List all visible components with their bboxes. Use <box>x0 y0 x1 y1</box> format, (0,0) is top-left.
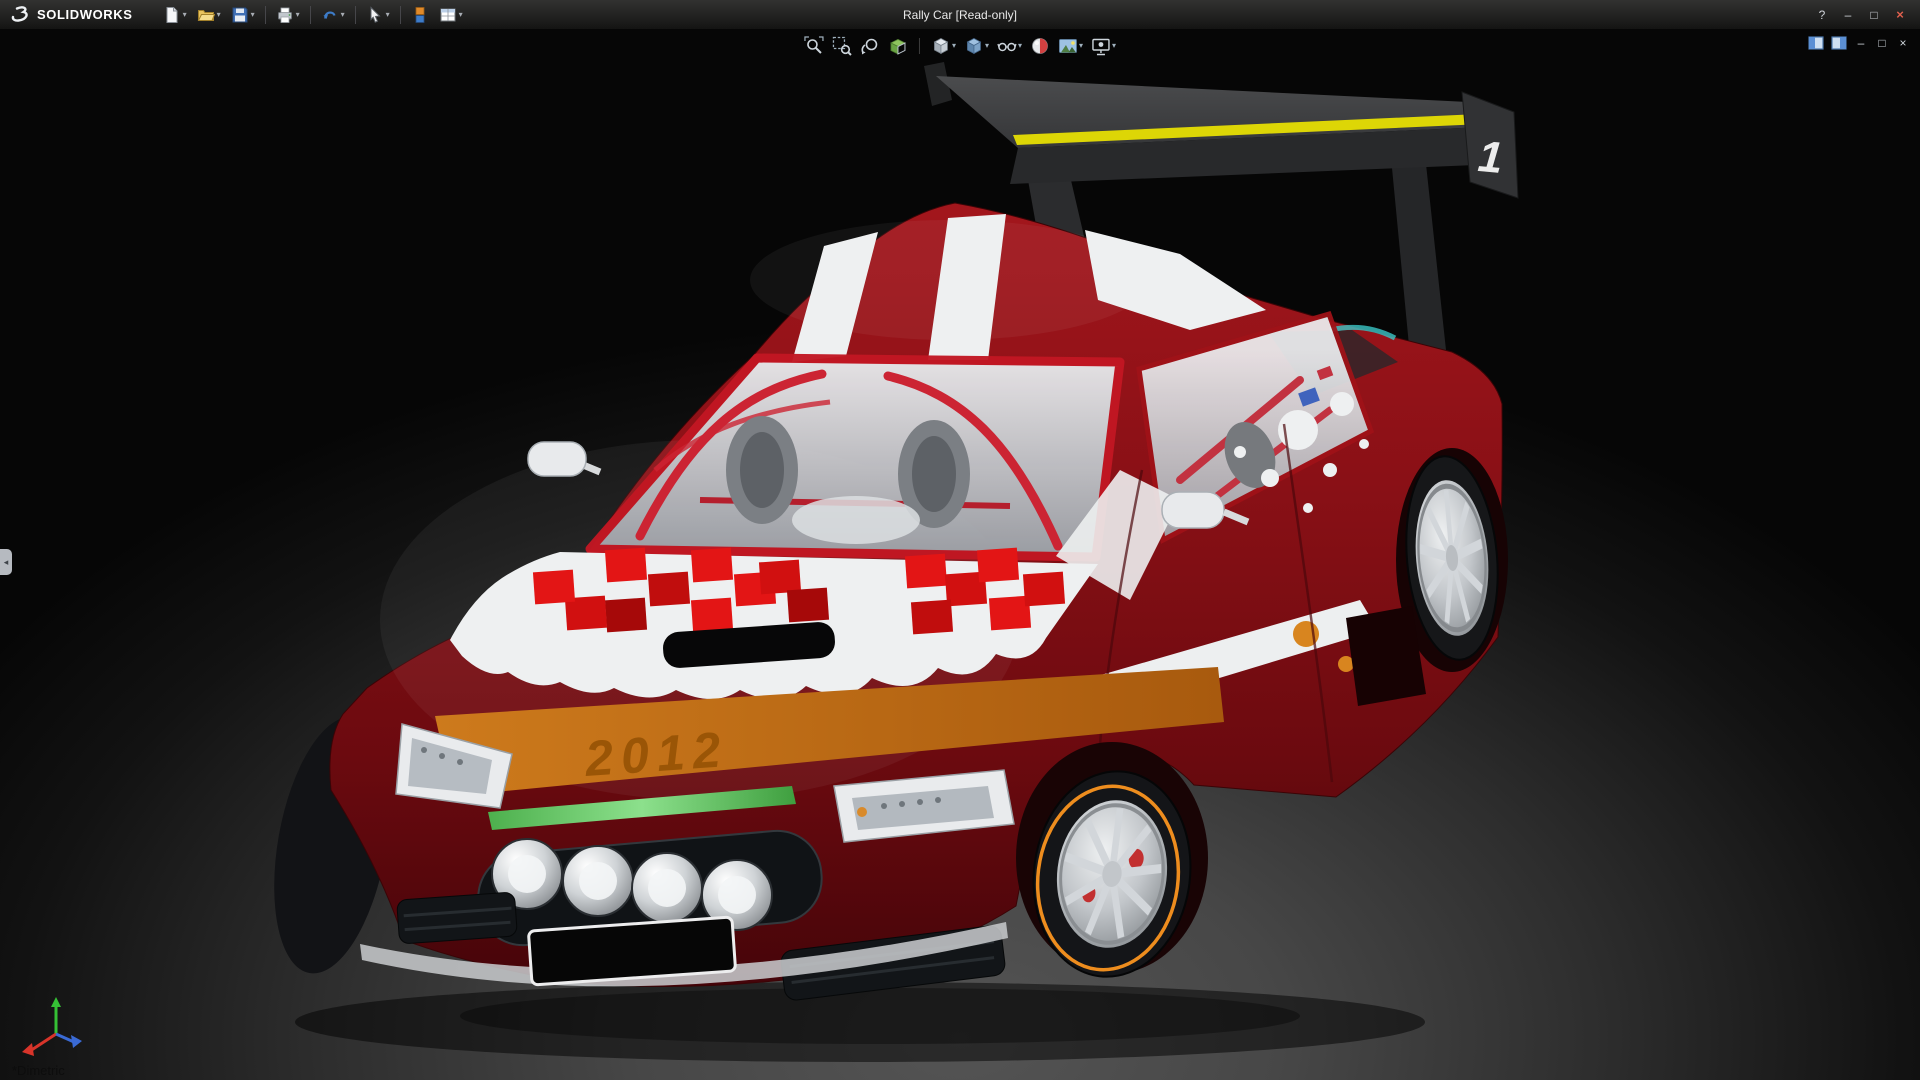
document-window-controls: – □ × <box>1808 35 1910 51</box>
chevron-down-icon[interactable]: ▾ <box>251 11 255 19</box>
maximize-button[interactable]: □ <box>1862 5 1886 25</box>
display-style-icon <box>964 36 984 56</box>
doc-close-button[interactable]: × <box>1896 35 1910 51</box>
toolbar-separator <box>355 6 356 24</box>
options-button[interactable]: ▾ <box>435 3 467 27</box>
chevron-down-icon[interactable]: ▾ <box>296 11 300 19</box>
toolbar-separator <box>400 6 401 24</box>
main-toolbar: ▾ ▾ ▾ ▾ ▾ ▾ ▾ <box>159 3 467 27</box>
split-pane-left-icon <box>1808 36 1824 50</box>
view-settings-icon <box>1091 36 1111 56</box>
edit-appearance-button[interactable] <box>1028 34 1052 58</box>
chevron-down-icon[interactable]: ▾ <box>183 11 187 19</box>
zoom-to-fit-button[interactable] <box>802 34 826 58</box>
toolbar-separator <box>310 6 311 24</box>
graphics-area[interactable]: ▾ ▾ ▾ ▾ ▾ – □ × <box>0 29 1920 1080</box>
zoom-to-area-button[interactable] <box>830 34 854 58</box>
zoom-to-area-icon <box>832 36 852 56</box>
chevron-down-icon[interactable]: ▾ <box>386 11 390 19</box>
previous-view-button[interactable] <box>858 34 882 58</box>
app-logo: SOLIDWORKS <box>0 5 143 25</box>
undo-arrow-icon <box>321 6 339 24</box>
display-style-button[interactable]: ▾ <box>962 34 991 58</box>
chevron-down-icon[interactable]: ▾ <box>1018 42 1022 50</box>
x-axis-arrow <box>22 1043 34 1056</box>
chevron-down-icon[interactable]: ▾ <box>459 11 463 19</box>
split-pane-left-button[interactable] <box>1808 35 1824 51</box>
brand-name: SOLIDWORKS <box>37 7 133 22</box>
minimize-button[interactable]: – <box>1836 5 1860 25</box>
print-icon <box>276 6 294 24</box>
window-controls: ? – □ × <box>1810 5 1920 25</box>
appearance-ball-icon <box>1030 36 1050 56</box>
y-axis-arrow <box>51 997 61 1007</box>
titlebar: SOLIDWORKS ▾ ▾ ▾ ▾ ▾ ▾ <box>0 0 1920 29</box>
section-view-icon <box>888 36 908 56</box>
previous-view-icon <box>860 36 880 56</box>
hide-show-items-button[interactable]: ▾ <box>995 34 1024 58</box>
chevron-down-icon[interactable]: ▾ <box>952 42 956 50</box>
car-shadow <box>295 982 1425 1062</box>
view-orientation-label: *Dimetric <box>12 1063 65 1078</box>
help-button[interactable]: ? <box>1810 5 1834 25</box>
zoom-to-fit-icon <box>804 36 824 56</box>
doc-minimize-button[interactable]: – <box>1854 35 1868 51</box>
view-settings-button[interactable]: ▾ <box>1089 34 1118 58</box>
window-title: Rally Car [Read-only] <box>903 8 1017 22</box>
view-orientation-button[interactable]: ▾ <box>929 34 958 58</box>
select-button[interactable]: ▾ <box>362 3 394 27</box>
chevron-down-icon[interactable]: ▾ <box>1079 42 1083 50</box>
wing-number-decal: 1 <box>1476 132 1505 183</box>
chevron-down-icon[interactable]: ▾ <box>1112 42 1116 50</box>
chevron-down-icon[interactable]: ▾ <box>341 11 345 19</box>
car-model[interactable]: 1 <box>0 29 1920 1080</box>
select-cursor-icon <box>366 6 384 24</box>
heads-up-view-toolbar: ▾ ▾ ▾ ▾ ▾ <box>802 34 1118 58</box>
options-grid-icon <box>439 6 457 24</box>
split-pane-right-button[interactable] <box>1831 35 1847 51</box>
undo-button[interactable]: ▾ <box>317 3 349 27</box>
panel-collapse-tab[interactable]: ◂ <box>0 549 12 575</box>
apply-scene-button[interactable]: ▾ <box>1056 34 1085 58</box>
year-decal: 2012 <box>582 721 730 787</box>
split-pane-right-icon <box>1831 36 1847 50</box>
toolbar-separator <box>265 6 266 24</box>
save-button[interactable]: ▾ <box>227 3 259 27</box>
section-view-button[interactable] <box>886 34 910 58</box>
glasses-icon <box>997 36 1017 56</box>
open-button[interactable]: ▾ <box>193 3 225 27</box>
windshield <box>590 358 1120 557</box>
save-floppy-icon <box>231 6 249 24</box>
chevron-down-icon[interactable]: ▾ <box>985 42 989 50</box>
chevron-down-icon[interactable]: ▾ <box>217 11 221 19</box>
toolbar-separator <box>919 38 920 54</box>
new-document-icon <box>163 6 181 24</box>
print-button[interactable]: ▾ <box>272 3 304 27</box>
scene-photo-icon <box>1058 36 1078 56</box>
view-orientation-cube-icon <box>931 36 951 56</box>
new-button[interactable]: ▾ <box>159 3 191 27</box>
z-axis-arrow <box>71 1035 82 1048</box>
open-folder-icon <box>197 6 215 24</box>
close-button[interactable]: × <box>1888 5 1912 25</box>
orientation-triad <box>18 994 88 1064</box>
tools-icon <box>411 6 429 24</box>
tools-button[interactable] <box>407 3 433 27</box>
doc-restore-button[interactable]: □ <box>1875 35 1889 51</box>
solidworks-logo-icon <box>10 5 32 25</box>
